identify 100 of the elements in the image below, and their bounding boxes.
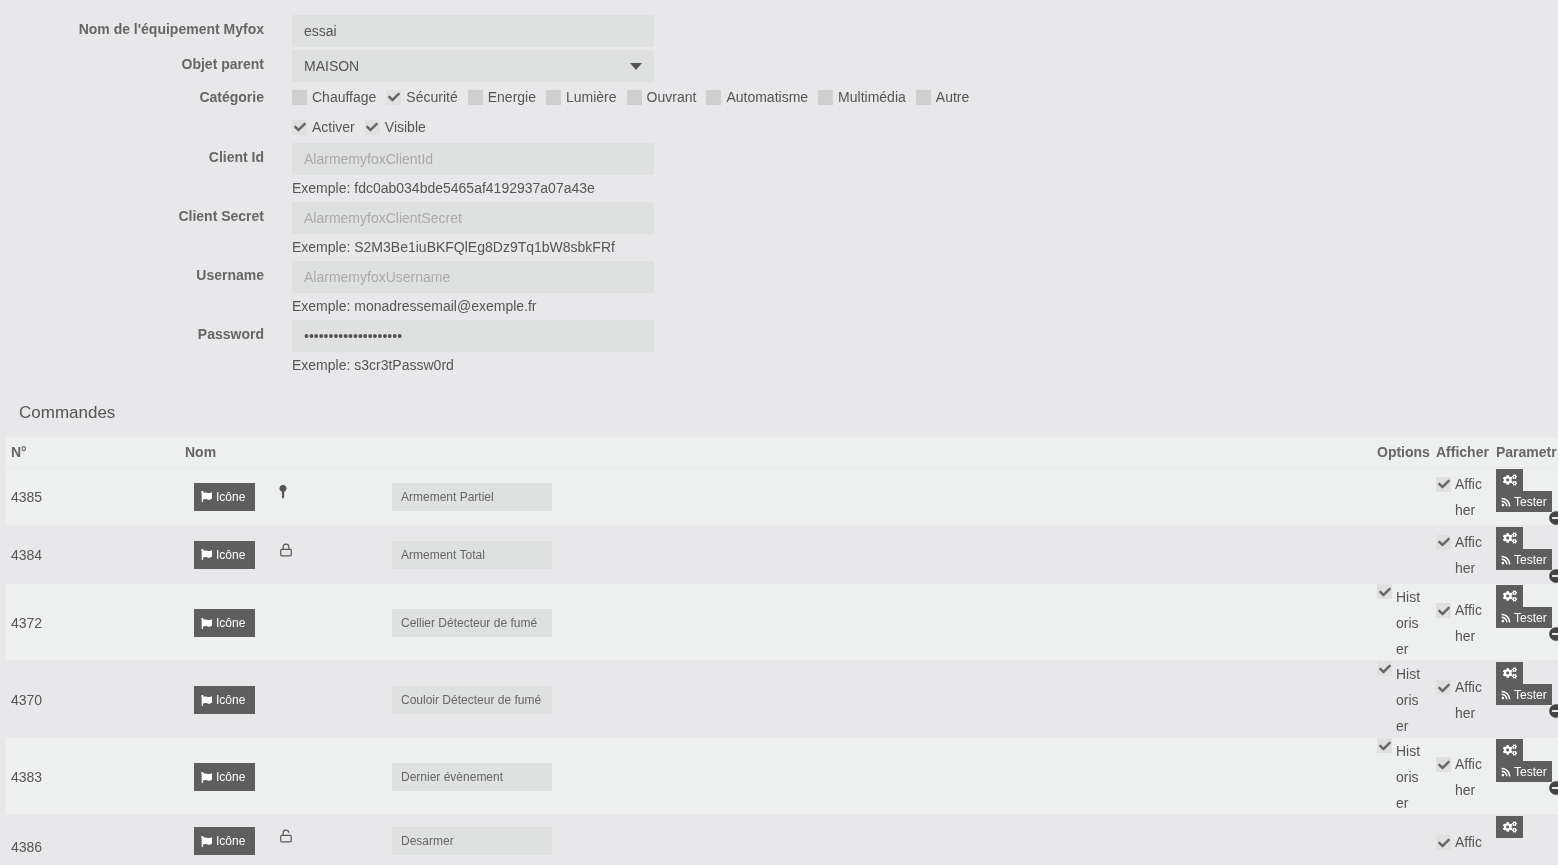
gears-icon [1502, 473, 1517, 487]
test-button[interactable]: Tester [1496, 607, 1552, 628]
checkbox[interactable]: Automatisme [706, 89, 809, 105]
column-header: Parametr [1495, 444, 1558, 460]
icon-button[interactable]: Icône [194, 763, 255, 791]
historize-checkbox[interactable]: Historiser [1372, 738, 1431, 816]
command-name-field[interactable]: Armement Total [392, 540, 552, 569]
section-title: Commandes [19, 403, 117, 423]
check-icon [1378, 585, 1391, 598]
checkbox[interactable]: Chauffage [292, 89, 377, 105]
historize-checkbox[interactable]: Historiser [1372, 584, 1431, 662]
flag-icon [201, 771, 212, 783]
select-field[interactable]: MAISON [292, 50, 654, 82]
historize-checkbox[interactable]: Historiser [1372, 661, 1431, 739]
checkbox[interactable]: Visible [364, 119, 426, 135]
test-button[interactable]: Tester [1496, 549, 1552, 570]
display-checkbox[interactable]: Affic [1431, 829, 1491, 855]
icon-button[interactable]: Icône [194, 482, 255, 511]
flag-icon [201, 617, 212, 629]
checkbox[interactable]: Lumière [546, 89, 617, 105]
test-button[interactable]: Tester [1496, 491, 1552, 512]
command-name-field[interactable]: Couloir Détecteur de fumé [392, 686, 552, 714]
check-icon [1378, 662, 1391, 675]
gears-icon [1502, 589, 1517, 603]
check-icon [1437, 478, 1450, 490]
help-text: Exemple: fdc0ab034bde5465af4192937a07a43e [292, 180, 596, 196]
check-icon [1437, 681, 1450, 694]
command-id: 4386 [10, 839, 44, 855]
checkbox[interactable]: Ouvrant [626, 89, 697, 105]
settings-button[interactable] [1496, 816, 1523, 838]
field-label: Client Secret [178, 207, 264, 226]
icon-button[interactable]: Icône [194, 827, 255, 855]
settings-button[interactable] [1496, 469, 1523, 491]
settings-button[interactable] [1496, 527, 1523, 549]
display-checkbox[interactable]: Afficher [1431, 597, 1491, 649]
checkbox[interactable]: Energie [467, 89, 536, 105]
settings-button[interactable] [1496, 739, 1523, 761]
checkbox[interactable]: Autre [915, 89, 970, 105]
check-icon [293, 121, 306, 133]
checkbox[interactable]: Multimédia [818, 89, 906, 105]
field-label: Objet parent [181, 55, 264, 74]
icon-button[interactable]: Icône [194, 686, 255, 714]
key-icon [279, 484, 287, 499]
icon-button[interactable]: Icône [194, 609, 255, 637]
settings-button[interactable] [1496, 585, 1523, 607]
field-label: Catégorie [199, 88, 264, 107]
rss-icon [1501, 612, 1511, 623]
display-checkbox[interactable]: Afficher [1431, 470, 1491, 523]
rss-icon [1501, 689, 1511, 700]
gears-icon [1502, 666, 1517, 680]
check-icon [1437, 758, 1450, 771]
command-name-field[interactable]: Armement Partiel [392, 482, 552, 511]
caret-icon [630, 62, 642, 70]
display-checkbox[interactable]: Afficher [1431, 751, 1491, 803]
checkbox[interactable]: Activer [292, 119, 355, 135]
settings-button[interactable] [1496, 662, 1523, 684]
test-button[interactable]: Tester [1496, 761, 1552, 782]
check-icon [366, 121, 379, 133]
command-id: 4383 [10, 769, 44, 785]
test-button[interactable]: Tester [1496, 684, 1552, 705]
command-name-field[interactable]: Desarmer [392, 827, 552, 855]
field-label: Nom de l'équipement Myfox [78, 20, 264, 39]
help-text: Exemple: s3cr3tPassw0rd [292, 357, 455, 373]
column-header: Nom [184, 444, 218, 460]
check-icon [1437, 604, 1450, 617]
help-text: Exemple: monadressemail@exemple.fr [292, 298, 538, 314]
text-field[interactable]: •••••••••••••••••••• [292, 320, 654, 352]
command-id: 4370 [10, 692, 44, 708]
padlock-icon [279, 542, 293, 557]
command-id: 4372 [10, 615, 44, 631]
column-header: N° [10, 444, 28, 460]
check-icon [387, 91, 400, 103]
command-name-field[interactable]: Dernier évènement [392, 763, 552, 791]
check-icon [1437, 836, 1450, 849]
checkbox[interactable]: Sécurité [386, 89, 458, 105]
flag-icon [201, 491, 212, 502]
gears-icon [1502, 743, 1517, 757]
help-text: Exemple: S2M3Be1iuBKFQlEg8Dz9Tq1bW8sbkFRf [292, 239, 616, 255]
flag-icon [201, 694, 212, 706]
display-checkbox[interactable]: Afficher [1431, 674, 1491, 726]
command-name-field[interactable]: Cellier Détecteur de fumé [392, 609, 552, 637]
command-id: 4384 [10, 546, 44, 563]
column-header: Options [1376, 444, 1431, 460]
check-icon [1437, 536, 1450, 548]
check-icon [1378, 739, 1391, 752]
rss-icon [1501, 766, 1511, 777]
field-label: Username [196, 266, 264, 285]
icon-button[interactable]: Icône [194, 540, 255, 569]
display-checkbox[interactable]: Afficher [1431, 528, 1491, 581]
rss-icon [1501, 496, 1511, 507]
flag-icon [201, 549, 212, 560]
text-field[interactable]: essai [292, 15, 654, 47]
gears-icon [1502, 820, 1517, 834]
column-header: Afficher [1435, 444, 1490, 460]
flag-icon [201, 835, 212, 847]
command-id: 4385 [10, 488, 44, 505]
rss-icon [1501, 554, 1511, 565]
gears-icon [1502, 531, 1517, 545]
field-label: Client Id [208, 148, 264, 167]
field-label: Password [197, 325, 264, 344]
